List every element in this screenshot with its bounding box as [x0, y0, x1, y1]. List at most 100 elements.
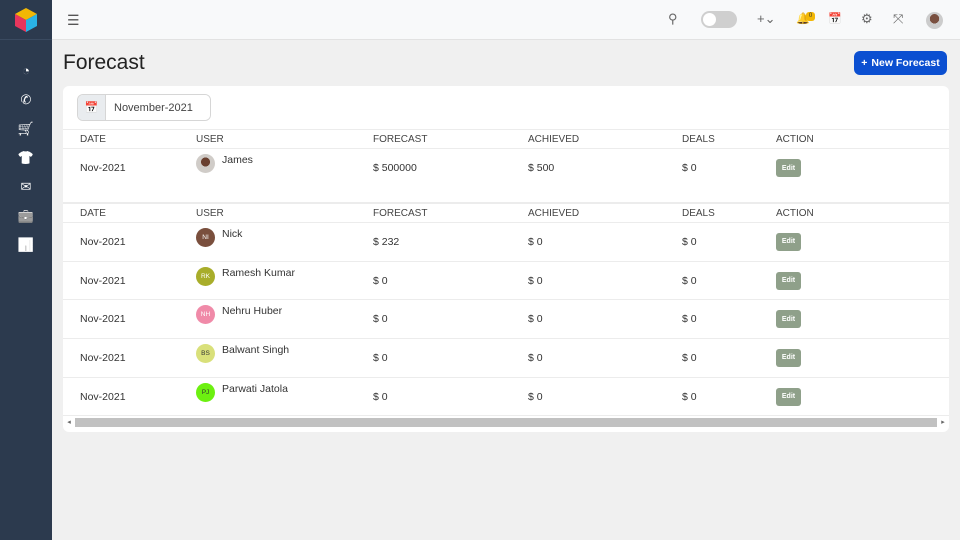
header-deals: DEALS [682, 207, 715, 219]
table-row: Nov-2021 James $ 500000 $ 500 $ 0 Edit [63, 149, 949, 203]
avatar: NI [196, 228, 215, 247]
edit-button[interactable]: Edit [776, 310, 801, 329]
user-cell: NI Nick [196, 228, 242, 247]
sidebar-item-reports[interactable]: 📊 [0, 230, 52, 259]
page-title: Forecast [63, 51, 145, 74]
user-name: Nehru Huber [222, 305, 283, 318]
deals-cell: $ 0 [682, 274, 697, 287]
action-cell: Edit [776, 387, 801, 406]
sidebar-item-mail[interactable]: ✉ [0, 172, 52, 201]
deals-cell: $ 0 [682, 162, 697, 174]
horizontal-scrollbar[interactable]: ◂ ▸ [63, 416, 949, 428]
header-user: USER [196, 133, 224, 145]
new-forecast-label: New Forecast [871, 57, 940, 69]
theme-toggle[interactable] [701, 11, 737, 28]
search-icon[interactable]: ⚲ [668, 11, 678, 27]
notification-badge: 0 [806, 12, 815, 21]
achieved-cell: $ 0 [528, 313, 543, 326]
sidebar-item-calls[interactable]: ✆ [0, 85, 52, 114]
header-action: ACTION [776, 207, 814, 219]
forecast-cell: $ 0 [373, 351, 388, 364]
header-user: USER [196, 207, 224, 219]
header-date: DATE [80, 207, 106, 219]
user-avatar[interactable] [926, 12, 943, 29]
date-cell: Nov-2021 [80, 235, 126, 248]
deals-cell: $ 0 [682, 313, 697, 326]
fullscreen-icon[interactable]: ⤧ [893, 11, 903, 27]
header-action: ACTION [776, 133, 814, 145]
forecast-cell: $ 0 [373, 390, 388, 403]
date-cell: Nov-2021 [80, 162, 126, 174]
sidebar: ◔ ✆ 🛒 👕 ✉ 💼 📊 [0, 0, 52, 540]
table-row: Nov-2021 NI Nick $ 232 $ 0 $ 0 Edit [63, 223, 949, 262]
table-row: Nov-2021 RK Ramesh Kumar $ 0 $ 0 $ 0 Edit [63, 262, 949, 301]
user-cell: NH Nehru Huber [196, 305, 283, 325]
user-cell: James [196, 154, 253, 173]
calendar-icon[interactable]: 📅 [78, 95, 106, 120]
gear-icon[interactable]: ⚙ [861, 11, 873, 27]
edit-button[interactable]: Edit [776, 232, 801, 251]
tshirt-icon: 👕 [17, 149, 35, 165]
avatar [196, 154, 215, 173]
sidebar-item-briefcase[interactable]: 💼 [0, 201, 52, 230]
add-dropdown-icon[interactable]: +⌄ [757, 11, 775, 27]
month-picker[interactable]: 📅 [77, 94, 211, 121]
sidebar-item-products[interactable]: 👕 [0, 143, 52, 172]
sidebar-item-dashboard[interactable]: ◔ [0, 56, 52, 85]
logo[interactable] [0, 0, 52, 40]
avatar: NH [196, 305, 215, 325]
scroll-left-icon[interactable]: ◂ [63, 418, 75, 426]
scroll-right-icon[interactable]: ▸ [937, 418, 949, 426]
action-cell: Edit [776, 271, 801, 290]
header-deals: DEALS [682, 133, 715, 145]
user-name: Balwant Singh [222, 344, 290, 357]
plus-icon: + [861, 57, 868, 69]
action-cell: Edit [776, 310, 801, 329]
action-cell: Edit [776, 348, 801, 367]
date-cell: Nov-2021 [80, 313, 126, 326]
achieved-cell: $ 500 [528, 162, 555, 174]
deals-cell: $ 0 [682, 390, 697, 403]
date-cell: Nov-2021 [80, 390, 126, 403]
toggle-knob [703, 13, 716, 26]
cart-icon: 🛒 [17, 120, 35, 136]
date-cell: Nov-2021 [80, 351, 126, 364]
header-forecast: FORECAST [373, 133, 428, 145]
edit-button[interactable]: Edit [776, 387, 801, 406]
action-cell: Edit [776, 232, 801, 251]
menu-toggle-icon[interactable]: ☰ [67, 12, 80, 29]
forecast-cell: $ 0 [373, 313, 388, 326]
briefcase-icon: 💼 [17, 207, 35, 223]
user-cell: BS Balwant Singh [196, 344, 290, 364]
table-row: Nov-2021 BS Balwant Singh $ 0 $ 0 $ 0 Edit [63, 339, 949, 378]
header-achieved: ACHIEVED [528, 133, 580, 145]
user-name: Nick [222, 228, 243, 240]
calendar-icon[interactable]: 📅 [828, 11, 842, 27]
bar-chart-icon: 📊 [17, 236, 35, 252]
user-cell: RK Ramesh Kumar [196, 266, 295, 286]
header-forecast: FORECAST [373, 207, 428, 219]
forecast-cell: $ 500000 [373, 162, 417, 174]
header-achieved: ACHIEVED [528, 207, 580, 219]
sidebar-item-cart[interactable]: 🛒 [0, 114, 52, 143]
scroll-thumb[interactable] [75, 417, 937, 427]
action-cell: Edit [776, 159, 801, 177]
user-name: James [222, 154, 253, 166]
forecast-card: 📅 DATE USER FORECAST ACHIEVED DEALS ACTION Nov… [63, 86, 949, 432]
table-row: Nov-2021 PJ Parwati Jatola $ 0 $ 0 $ 0 Edit [63, 378, 949, 417]
date-cell: Nov-2021 [80, 274, 126, 287]
forecast-cell: $ 232 [373, 235, 400, 248]
user-cell: PJ Parwati Jatola [196, 382, 288, 402]
user-name: Parwati Jatola [222, 382, 288, 395]
top-bar: ☰ ⚲ +⌄ 🔔 0 📅 ⚙ ⤧ [52, 0, 960, 40]
edit-button[interactable]: Edit [776, 271, 801, 290]
forecast-cell: $ 0 [373, 274, 388, 287]
new-forecast-button[interactable]: + New Forecast [854, 51, 947, 75]
phone-icon: ✆ [20, 91, 32, 107]
edit-button[interactable]: Edit [776, 159, 801, 177]
table-row: Nov-2021 NH Nehru Huber $ 0 $ 0 $ 0 Edit [63, 300, 949, 340]
avatar: RK [196, 266, 215, 286]
achieved-cell: $ 0 [528, 351, 543, 364]
month-input[interactable] [106, 95, 210, 120]
edit-button[interactable]: Edit [776, 348, 801, 367]
